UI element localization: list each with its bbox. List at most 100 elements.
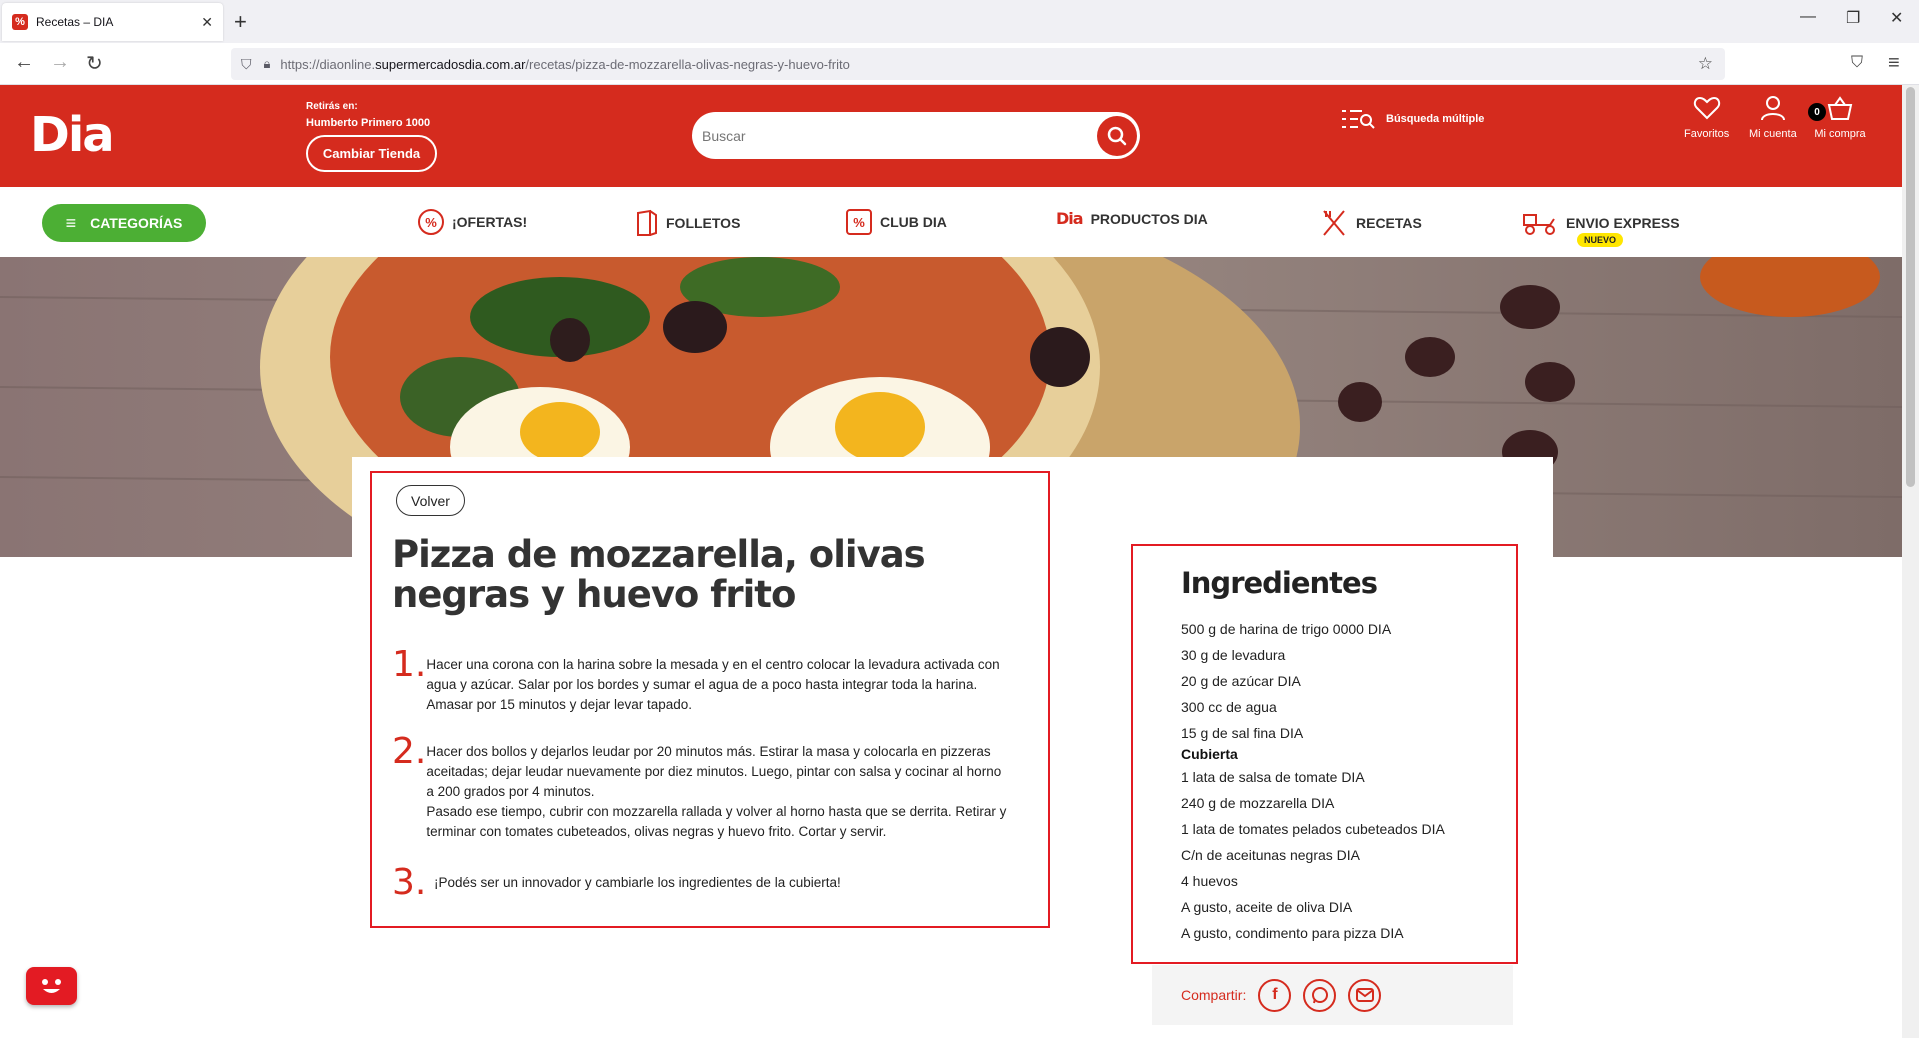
ingredient-item: A gusto, condimento para pizza DIA [1181, 925, 1404, 941]
close-window-icon[interactable]: ✕ [1890, 8, 1903, 28]
site-header: Dia Retirás en: Humberto Primero 1000 Ca… [0, 85, 1902, 187]
ingredient-item: 30 g de levadura [1181, 647, 1286, 663]
favicon-icon: % [12, 14, 28, 30]
cart-count-badge: 0 [1808, 103, 1826, 121]
hamburger-icon: ≡ [65, 212, 77, 233]
nav-express-label: ENVIO EXPRESS [1566, 215, 1680, 231]
ingredients-list: 500 g de harina de trigo 0000 DIA 30 g d… [1181, 616, 1391, 746]
step-text: Hacer una corona con la harina sobre la … [426, 657, 1000, 712]
multi-search-label: Búsqueda múltiple [1386, 113, 1485, 125]
ingredient-item: C/n de aceitunas negras DIA [1181, 847, 1360, 863]
nav-recipes-label: RECETAS [1356, 215, 1422, 231]
ingredients-section: Ingredientes 500 g de harina de trigo 00… [1131, 544, 1518, 964]
bookmark-star-icon[interactable]: ☆ [1698, 54, 1713, 74]
nav-products[interactable]: Dia PRODUCTOS DIA [1056, 209, 1208, 228]
topping-list: 1 lata de salsa de tomate DIA 240 g de m… [1181, 764, 1445, 946]
ingredient-item: 1 lata de tomates pelados cubeteados DIA [1181, 821, 1445, 837]
favorites-button[interactable]: Favoritos [1684, 95, 1729, 140]
menu-icon[interactable]: ≡ [1888, 52, 1900, 75]
back-button[interactable]: Volver [396, 485, 465, 516]
nav-brochures[interactable]: FOLLETOS [636, 209, 740, 237]
search-bar [692, 112, 1140, 159]
scrollbar-thumb[interactable] [1906, 87, 1915, 487]
utensils-icon [1323, 210, 1345, 236]
address-bar[interactable]: ⛉ 🔒︎ https://diaonline.supermercadosdia.… [231, 48, 1725, 80]
recipe-step: 1. Hacer una corona con la harina sobre … [392, 647, 1012, 715]
category-nav: ≡ CATEGORÍAS % ¡OFERTAS! FOLLETOS % CLUB… [0, 187, 1902, 257]
shield-icon[interactable]: ⛉ [241, 56, 252, 73]
email-icon[interactable] [1348, 978, 1382, 1012]
search-icon [1107, 126, 1127, 146]
ingredient-item: 15 g de sal fina DIA [1181, 725, 1304, 741]
lock-icon[interactable]: 🔒︎ [264, 56, 271, 72]
url-text: https://diaonline.supermercadosdia.com.a… [280, 56, 850, 72]
dia-logo[interactable]: Dia [30, 107, 115, 163]
nav-offers-label: ¡OFERTAS! [452, 214, 528, 230]
list-search-icon [1342, 110, 1375, 129]
restore-icon[interactable]: ❐ [1846, 8, 1860, 28]
recipe-steps-section: Volver Pizza de mozzarella, olivas negra… [370, 471, 1050, 928]
nav-club[interactable]: % CLUB DIA [846, 209, 947, 235]
step-text: Hacer dos bollos y dejarlos leudar por 2… [426, 744, 1007, 839]
browser-tab-bar: % Recetas – DIA ✕ + — ❐ ✕ [0, 0, 1919, 43]
step-number: 2. [392, 731, 427, 772]
back-icon[interactable]: ← [14, 51, 34, 74]
nav-products-label: PRODUCTOS DIA [1090, 210, 1208, 227]
brochure-icon [637, 209, 657, 236]
ingredient-item: 500 g de harina de trigo 0000 DIA [1181, 621, 1392, 637]
cart-label: Mi compra [1814, 128, 1866, 140]
ingredient-item: A gusto, aceite de oliva DIA [1181, 899, 1353, 915]
store-name: Humberto Primero 1000 [306, 117, 431, 129]
change-store-button[interactable]: Cambiar Tienda [306, 135, 437, 172]
ingredient-item: 300 cc de agua [1181, 699, 1277, 715]
forward-icon[interactable]: → [50, 51, 70, 74]
new-tab-icon[interactable]: + [234, 9, 247, 35]
browser-nav-bar: ← → ↻ ⛉ 🔒︎ https://diaonline.supermercad… [0, 43, 1919, 85]
browser-tab[interactable]: % Recetas – DIA ✕ [2, 3, 223, 41]
ingredient-item: 240 g de mozzarella DIA [1181, 795, 1335, 811]
close-tab-icon[interactable]: ✕ [201, 14, 213, 31]
pocket-icon[interactable]: ⛉ [1851, 54, 1863, 72]
heart-icon [1693, 96, 1720, 120]
nav-brochures-label: FOLLETOS [666, 215, 741, 231]
user-icon [1760, 96, 1785, 121]
share-bar: Compartir: f [1152, 965, 1513, 1025]
favorites-label: Favoritos [1684, 128, 1730, 140]
ingredient-item: 20 g de azúcar DIA [1181, 673, 1301, 689]
search-input[interactable] [702, 127, 1082, 144]
nav-recipes[interactable]: RECETAS [1320, 209, 1422, 237]
cart-button[interactable]: 0 Mi compra [1808, 95, 1868, 140]
multi-search-button[interactable]: Búsqueda múltiple [1340, 107, 1484, 131]
dia-mini-logo: Dia [1056, 209, 1084, 228]
facebook-icon[interactable]: f [1258, 978, 1292, 1012]
search-button[interactable] [1097, 116, 1137, 156]
recipe-step: 3. ¡Podés ser un innovador y cambiarle l… [392, 865, 1012, 901]
minimize-icon[interactable]: — [1800, 8, 1816, 26]
topping-title: Cubierta [1181, 746, 1238, 762]
whatsapp-icon[interactable] [1303, 978, 1337, 1012]
delivery-scooter-icon [1523, 214, 1555, 235]
step-number: 1. [392, 644, 427, 685]
discount-icon: % [418, 209, 444, 235]
chatbot-icon[interactable] [26, 967, 77, 1005]
recipe-title: Pizza de mozzarella, olivas negras y hue… [392, 533, 926, 616]
account-label: Mi cuenta [1749, 128, 1797, 140]
store-label: Retirás en: [306, 101, 358, 112]
categories-button[interactable]: ≡ CATEGORÍAS [42, 204, 206, 242]
reload-icon[interactable]: ↻ [86, 51, 103, 76]
tab-title: Recetas – DIA [36, 15, 114, 29]
categories-label: CATEGORÍAS [90, 215, 183, 231]
ingredient-item: 1 lata de salsa de tomate DIA [1181, 769, 1365, 785]
ingredients-title: Ingredientes [1181, 566, 1378, 600]
recipe-step: 2. Hacer dos bollos y dejarlos leudar po… [392, 734, 1012, 842]
club-dia-icon: % [846, 209, 872, 235]
page-scrollbar[interactable] [1902, 85, 1919, 1038]
step-number: 3. [392, 862, 427, 903]
ingredient-item: 4 huevos [1181, 873, 1238, 889]
basket-icon [1827, 96, 1853, 120]
nav-club-label: CLUB DIA [880, 214, 947, 230]
account-button[interactable]: Mi cuenta [1749, 95, 1797, 140]
nav-offers[interactable]: % ¡OFERTAS! [418, 209, 527, 235]
new-badge: NUEVO [1577, 233, 1624, 247]
share-label: Compartir: [1181, 987, 1247, 1003]
